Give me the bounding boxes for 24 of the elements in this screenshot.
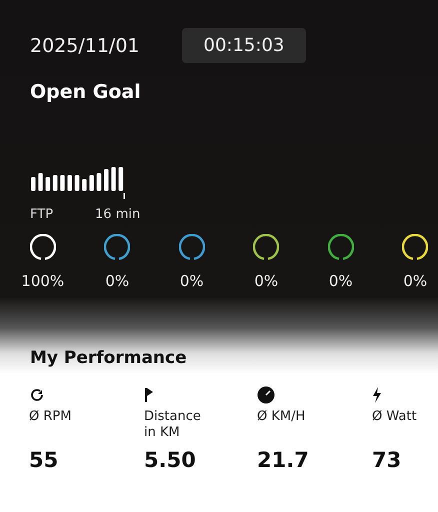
zone-percent: 100% <box>21 272 64 290</box>
time-marker: 16 min <box>95 207 140 222</box>
zone-percent: 0% <box>105 272 130 290</box>
metric-label: Distance in KM <box>144 409 202 442</box>
metric-label: Ø RPM <box>29 409 72 426</box>
section-title: My Performance <box>30 348 188 368</box>
metric-value: 5.50 <box>144 448 196 472</box>
timer: 00:15:03 <box>182 28 306 63</box>
metric-value: 55 <box>29 448 58 472</box>
flag-icon <box>144 387 154 403</box>
metric-value: 73 <box>372 448 402 472</box>
workout-title: Open Goal <box>30 81 142 103</box>
metric-label: Ø Watt <box>372 409 418 426</box>
zone-percent: 0% <box>180 272 204 290</box>
date: 2025/11/01 <box>30 34 140 56</box>
speedometer-icon <box>257 386 275 404</box>
zone-percent: 0% <box>254 272 278 290</box>
zone-percent: 0% <box>328 272 353 290</box>
metric-label: Ø KM/H <box>257 409 306 426</box>
metric-value: 21.7 <box>257 448 309 472</box>
refresh-icon <box>29 387 45 403</box>
lightning-icon <box>372 387 382 403</box>
zone-percent: 0% <box>403 272 428 290</box>
ftp-label: FTP <box>30 207 54 222</box>
